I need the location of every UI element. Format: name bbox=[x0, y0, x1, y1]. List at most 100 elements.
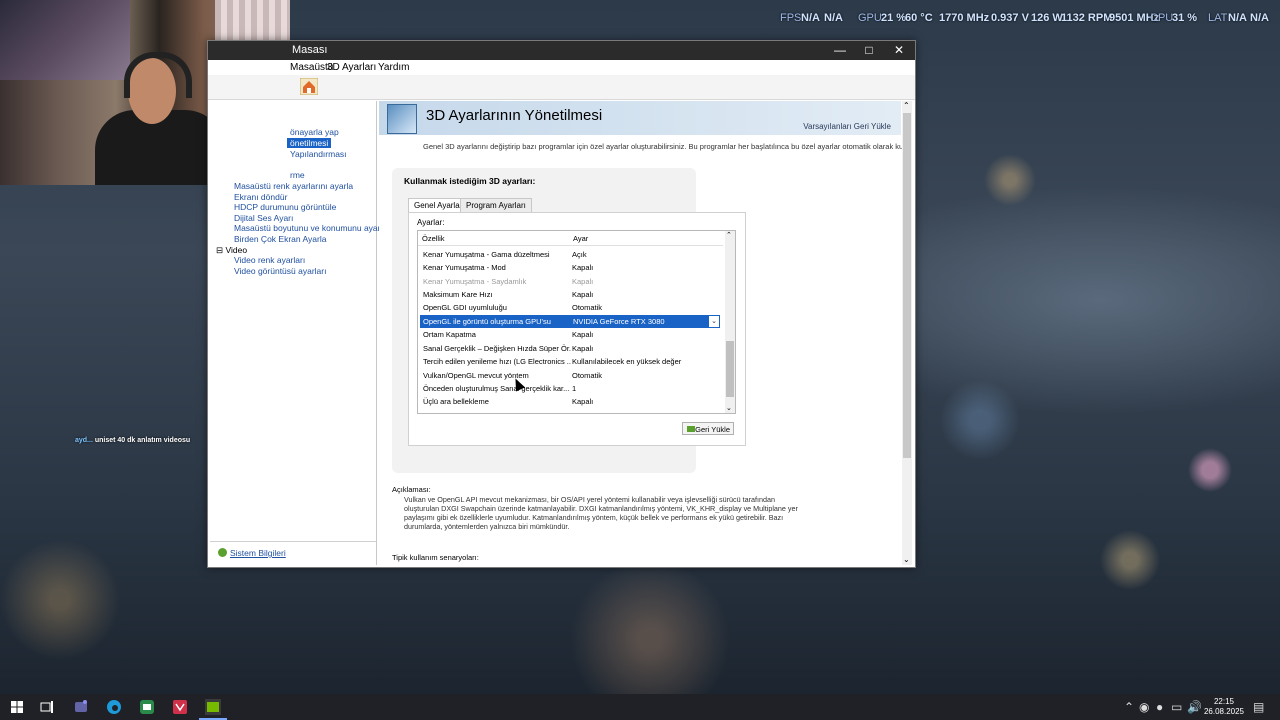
minimize-icon[interactable]: — bbox=[825, 41, 855, 60]
table-row[interactable]: Maksimum Kare Hızı Kapalı bbox=[420, 288, 722, 301]
menu-help[interactable]: Yardım bbox=[378, 62, 410, 73]
gpu-temp: 60 °C bbox=[905, 12, 933, 24]
global-settings-panel: Ayarlar: Özellik Ayar Kenar Yumuşatma - … bbox=[408, 212, 746, 446]
chevron-down-icon[interactable]: ⌄ bbox=[711, 317, 717, 325]
table-row[interactable]: OpenGL GDI uyumluluğu Otomatik bbox=[420, 301, 722, 314]
row-feature: Kenar Yumuşatma - Saydamlık bbox=[423, 277, 527, 286]
description-text: Vulkan ve OpenGL API mevcut mekanizması,… bbox=[404, 495, 798, 531]
col-setting: Ayar bbox=[573, 234, 589, 243]
fps-label: FPS bbox=[780, 12, 802, 24]
row-feature: Ortam Kapatma bbox=[423, 330, 476, 339]
tree-item[interactable]: Ekranı döndür bbox=[234, 192, 287, 202]
settings-grid: Özellik Ayar Kenar Yumuşatma - Gama düze… bbox=[417, 230, 736, 414]
table-row-selected[interactable]: OpenGL ile görüntü oluşturma GPU'su NVID… bbox=[420, 315, 722, 328]
clock-date: 26.08.2025 bbox=[1203, 707, 1245, 716]
menu-3d-settings[interactable]: 3D Ayarları bbox=[327, 62, 376, 73]
display-icon[interactable]: ▭ bbox=[1171, 700, 1182, 714]
grid-header: Özellik Ayar bbox=[418, 231, 723, 246]
row-feature: Kenar Yumuşatma - Gama düzeltmesi bbox=[423, 250, 550, 259]
scroll-up-icon[interactable]: ⌃ bbox=[903, 101, 910, 110]
chat-user: ayd... bbox=[75, 437, 93, 444]
tree-item[interactable]: HDCP durumunu görüntüle bbox=[234, 202, 336, 212]
table-row[interactable]: Önceden oluşturulmuş Sanal gerçeklik kar… bbox=[420, 382, 722, 395]
title-bar[interactable]: Masası — □ ✕ bbox=[208, 41, 915, 60]
fps-value: N/A bbox=[801, 12, 820, 24]
window-title: Masası bbox=[292, 44, 328, 56]
table-row[interactable]: Tercih edilen yenileme hızı (LG Electron… bbox=[420, 355, 722, 368]
tree-item[interactable]: Video renk ayarları bbox=[234, 255, 305, 265]
lat-value-2: N/A bbox=[1250, 12, 1269, 24]
taskbar-clock[interactable]: 22:15 26.08.2025 bbox=[1199, 697, 1249, 717]
row-value: Kapalı bbox=[572, 397, 594, 406]
windows-start-icon[interactable] bbox=[7, 697, 27, 717]
row-value: Otomatik bbox=[572, 371, 603, 380]
table-row[interactable]: Vulkan/OpenGL mevcut yöntem Otomatik bbox=[420, 369, 722, 382]
table-row[interactable]: Kenar Yumuşatma - Gama düzeltmesi Açık bbox=[420, 248, 722, 261]
tree-item[interactable]: rme bbox=[290, 170, 305, 180]
main-scrollbar[interactable]: ⌃ ⌄ bbox=[902, 101, 912, 565]
row-value: Kapalı bbox=[572, 330, 594, 339]
tree-item[interactable]: Video görüntüsü ayarları bbox=[234, 266, 326, 276]
show-hidden-icons[interactable]: ⌃ bbox=[1124, 700, 1134, 714]
tree-item-selected[interactable]: önetilmesi bbox=[287, 138, 332, 148]
restore-button[interactable]: Geri Yükle bbox=[682, 422, 734, 435]
row-value: Kapalı bbox=[572, 263, 594, 272]
cpu-usage: 31 % bbox=[1172, 12, 1198, 24]
table-row[interactable]: Ortam Kapatma Kapalı bbox=[420, 328, 722, 341]
maximize-icon[interactable]: □ bbox=[854, 41, 884, 60]
row-value: Kapalı bbox=[572, 277, 594, 286]
nvidia-info-icon bbox=[218, 548, 227, 557]
gpu-power: 126 W bbox=[1031, 12, 1063, 24]
app-red-icon[interactable] bbox=[170, 697, 190, 717]
close-icon[interactable]: ✕ bbox=[884, 41, 914, 60]
row-feature: Tercih edilen yenileme hızı (LG Electron… bbox=[423, 357, 571, 366]
tree-item[interactable]: Yapılandırması bbox=[290, 149, 347, 159]
main-scroll-thumb[interactable] bbox=[903, 113, 911, 458]
table-row[interactable]: Üçlü ara bellekleme Kapalı bbox=[420, 395, 722, 408]
grid-scroll-thumb[interactable] bbox=[726, 341, 734, 397]
edge-browser-icon[interactable] bbox=[104, 697, 124, 717]
tree-item[interactable]: Masaüstü boyutunu ve konumunu ayarla bbox=[234, 223, 387, 233]
gpu-select-dropdown[interactable]: NVIDIA GeForce RTX 3080 ⌄ bbox=[570, 315, 720, 328]
page-title: 3D Ayarlarının Yönetilmesi bbox=[426, 107, 603, 124]
scroll-down-icon[interactable]: ⌄ bbox=[726, 404, 732, 412]
scroll-up-icon[interactable]: ⌃ bbox=[726, 231, 732, 239]
tab-program-settings[interactable]: Program Ayarları bbox=[460, 198, 532, 213]
nvidia-control-panel-window: Masası — □ ✕ Masaüstü 3D Ayarları Yardım… bbox=[207, 40, 916, 568]
app-green-icon[interactable] bbox=[137, 697, 157, 717]
headphones bbox=[124, 52, 192, 98]
table-row[interactable]: Kenar Yumuşatma - Mod Kapalı bbox=[420, 261, 722, 274]
grid-scrollbar[interactable]: ⌃ ⌄ bbox=[725, 231, 735, 413]
tree-item[interactable]: Dijital Ses Ayarı bbox=[234, 213, 293, 223]
row-value: Kapalı bbox=[572, 290, 594, 299]
typical-usage-heading: Tipik kullanım senaryoları: bbox=[392, 553, 479, 562]
row-feature: Üçlü ara bellekleme bbox=[423, 397, 489, 406]
notification-icon[interactable]: ▤ bbox=[1253, 700, 1264, 714]
scroll-down-icon[interactable]: ⌄ bbox=[903, 555, 910, 564]
tree-item[interactable]: Birden Çok Ekran Ayarla bbox=[234, 234, 326, 244]
restore-defaults-link[interactable]: Varsayılanları Geri Yükle bbox=[803, 122, 891, 131]
page-description: Genel 3D ayarlarını değiştirip bazı prog… bbox=[423, 142, 912, 151]
system-info-link[interactable]: Sistem Bilgileri bbox=[230, 548, 286, 558]
taskbar: ⌃ ◉ ● ▭ 🔊 22:15 26.08.2025 ▤ bbox=[0, 694, 1280, 720]
nvidia-taskbar-icon[interactable] bbox=[203, 697, 223, 717]
home-icon[interactable] bbox=[300, 78, 318, 95]
col-feature: Özellik bbox=[422, 234, 445, 243]
microphone-icon[interactable]: ● bbox=[1156, 700, 1163, 714]
network-icon[interactable]: ◉ bbox=[1139, 700, 1149, 714]
teams-icon[interactable] bbox=[71, 697, 91, 717]
row-feature: Sanal Gerçeklik – Değişken Hızda Süper Ö… bbox=[423, 344, 571, 353]
row-feature: OpenGL GDI uyumluluğu bbox=[423, 303, 507, 312]
task-view-icon[interactable] bbox=[37, 697, 57, 717]
table-row[interactable]: Sanal Gerçeklik – Değişken Hızda Süper Ö… bbox=[420, 342, 722, 355]
row-value: Kullanılabilecek en yüksek değer bbox=[572, 357, 682, 366]
row-feature: OpenGL ile görüntü oluşturma GPU'su bbox=[420, 315, 571, 328]
gpu-fan: 1132 RPM bbox=[1061, 12, 1113, 24]
cpu-label: CPU bbox=[1150, 12, 1174, 24]
tree-item[interactable]: Masaüstü renk ayarlarını ayarla bbox=[234, 181, 353, 191]
gpu-volt: 0.937 V bbox=[991, 12, 1029, 24]
tree-item[interactable]: önayarla yap bbox=[290, 127, 339, 137]
table-row[interactable]: Kenar Yumuşatma - Saydamlık Kapalı bbox=[420, 275, 722, 288]
row-feature: Önceden oluşturulmuş Sanal gerçeklik kar… bbox=[423, 384, 570, 393]
row-feature: Vulkan/OpenGL mevcut yöntem bbox=[423, 371, 529, 380]
